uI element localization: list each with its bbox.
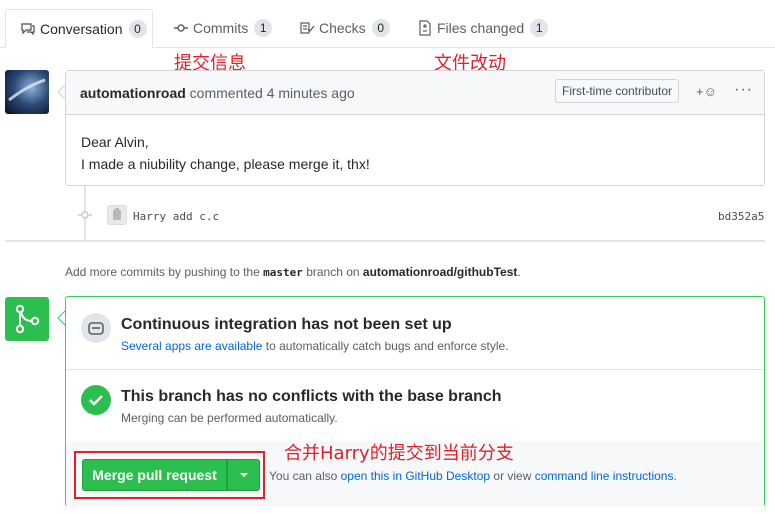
command-line-instructions-link[interactable]: command line instructions	[535, 469, 674, 483]
more-options-icon[interactable]: ···	[734, 81, 753, 99]
commit-node-icon	[78, 211, 92, 219]
tab-commits-label: Commits	[193, 20, 249, 36]
tab-conversation-count: 0	[128, 19, 147, 38]
push-hint-middle: branch on	[306, 265, 360, 279]
commit-message[interactable]: Harry add c.c	[133, 210, 219, 223]
check-icon	[89, 395, 103, 406]
checks-icon	[300, 22, 315, 34]
merge-section-divider	[66, 369, 764, 370]
no-conflicts-subtitle: Merging can be performed automatically.	[121, 411, 338, 425]
tab-checks[interactable]: Checks 0	[299, 9, 390, 47]
tab-commits-count: 1	[254, 19, 273, 37]
commit-icon	[174, 24, 188, 32]
conversation-icon	[21, 22, 35, 35]
ci-subtitle: Several apps are available to automatica…	[121, 339, 509, 353]
push-hint: Add more commits by pushing to the maste…	[65, 265, 521, 279]
tab-checks-count: 0	[371, 19, 390, 37]
tab-files-changed-label: Files changed	[437, 20, 525, 36]
avatar[interactable]	[5, 70, 49, 114]
robot-icon	[88, 322, 104, 335]
tab-commits[interactable]: Commits 1	[173, 9, 273, 47]
tab-files-changed[interactable]: Files changed 1	[417, 9, 549, 47]
alternative-merge-hint: You can also open this in GitHub Desktop…	[269, 469, 677, 483]
comment-body-line-2: I made a niubility change, please merge …	[81, 156, 370, 172]
annotation-merge-note: 合并Harry的提交到当前分支	[284, 443, 514, 464]
comment-time[interactable]: 4 minutes ago	[267, 85, 355, 101]
comment-header: automationroad commented 4 minutes ago F…	[66, 71, 764, 115]
ci-status-icon	[81, 313, 111, 343]
no-conflicts-icon	[81, 385, 111, 415]
tab-conversation[interactable]: Conversation 0	[5, 9, 153, 48]
default-avatar-icon	[113, 208, 121, 220]
alt-prefix: You can also	[269, 469, 338, 483]
repo-name: automationroad/githubTest	[362, 265, 518, 279]
push-hint-prefix: Add more commits by pushing to the	[65, 265, 260, 279]
branch-name: master	[263, 266, 303, 279]
add-reaction-icon[interactable]: +☺	[696, 84, 717, 99]
push-hint-suffix: .	[517, 265, 521, 279]
comment-action: commented	[189, 85, 263, 101]
avatar-image	[5, 70, 49, 114]
tab-files-changed-count: 1	[530, 19, 549, 37]
file-diff-icon	[419, 20, 431, 36]
pr-tabs: Conversation 0 Commits 1 Checks 0 Files …	[0, 0, 775, 48]
timeline-divider	[5, 240, 765, 242]
comment-body-line-1: Dear Alvin,	[81, 134, 149, 150]
ci-title: Continuous integration has not been set …	[121, 316, 452, 333]
first-time-contributor-badge: First-time contributor	[555, 79, 680, 103]
git-merge-icon	[15, 304, 40, 334]
commit-author-avatar[interactable]	[107, 205, 127, 225]
commit-sha[interactable]: bd352a5	[718, 210, 764, 223]
merge-status-icon	[5, 297, 49, 341]
ci-subtitle-rest: to automatically catch bugs and enforce …	[265, 339, 509, 353]
comment-box: automationroad commented 4 minutes ago F…	[65, 70, 765, 186]
comment-author[interactable]: automationroad	[80, 85, 186, 101]
tab-conversation-label: Conversation	[40, 20, 123, 37]
alt-suffix: .	[673, 469, 677, 483]
no-conflicts-title: This branch has no conflicts with the ba…	[121, 388, 502, 405]
open-github-desktop-link[interactable]: open this in GitHub Desktop	[341, 469, 490, 483]
tab-checks-label: Checks	[319, 20, 366, 36]
alt-middle: or view	[493, 469, 532, 483]
merge-button-highlight	[74, 451, 265, 499]
apps-available-link[interactable]: Several apps are available	[121, 339, 262, 353]
comment-meta: automationroad commented 4 minutes ago	[80, 85, 355, 101]
